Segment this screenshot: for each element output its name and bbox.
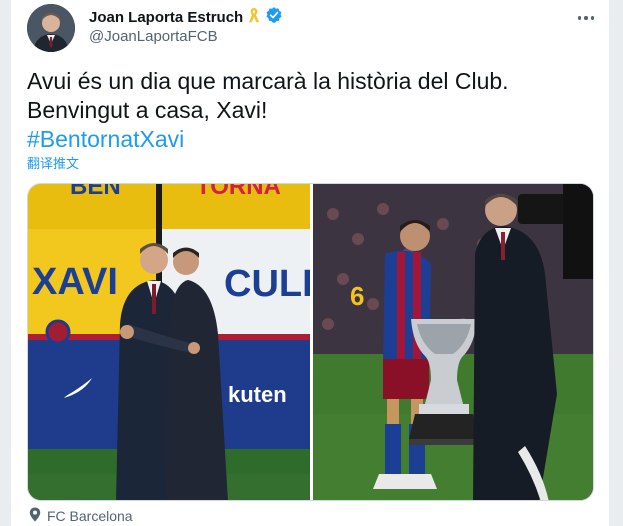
photo-presentation[interactable]: BEN TORNA XAVI CULE kuten: [28, 184, 327, 500]
svg-text:XAVI: XAVI: [32, 261, 118, 303]
svg-text:TORNA: TORNA: [196, 184, 281, 200]
verified-badge-icon: [265, 6, 283, 29]
tweet-text: Avui és un dia que marcarà la història d…: [27, 67, 597, 154]
tweet-text-line-1: Avui és un dia que marcarà la història d…: [27, 68, 509, 94]
source-label: FC Barcelona: [47, 508, 133, 524]
display-name[interactable]: Joan Laporta Estruch: [89, 9, 243, 26]
svg-text:6: 6: [350, 281, 364, 311]
translate-tweet-link[interactable]: 翻译推文: [27, 153, 79, 172]
avatar-image: [27, 4, 75, 52]
hashtag-link[interactable]: #BentornatXavi: [27, 125, 597, 154]
more-options-icon[interactable]: [575, 8, 597, 28]
photo-trophy[interactable]: 6: [313, 184, 593, 500]
tweet-card: Joan Laporta Estruch @JoanLaportaFCB Avu…: [10, 0, 610, 526]
media-grid: BEN TORNA XAVI CULE kuten: [27, 183, 594, 501]
location-pin-icon: [29, 507, 41, 525]
author-handle[interactable]: @JoanLaportaFCB: [89, 28, 218, 45]
svg-text:kuten: kuten: [228, 382, 287, 407]
tweet-text-line-2: Benvingut a casa, Xavi!: [27, 97, 268, 123]
svg-text:BEN: BEN: [70, 184, 121, 200]
svg-text:CULE: CULE: [224, 263, 310, 305]
yellow-ribbon-icon: [247, 6, 261, 29]
avatar[interactable]: [27, 4, 75, 52]
photo-trophy-image: 6: [313, 184, 593, 500]
source-location[interactable]: FC Barcelona: [29, 507, 133, 525]
photo-presentation-image: BEN TORNA XAVI CULE kuten: [28, 184, 327, 500]
author-name-row: Joan Laporta Estruch: [89, 6, 283, 29]
